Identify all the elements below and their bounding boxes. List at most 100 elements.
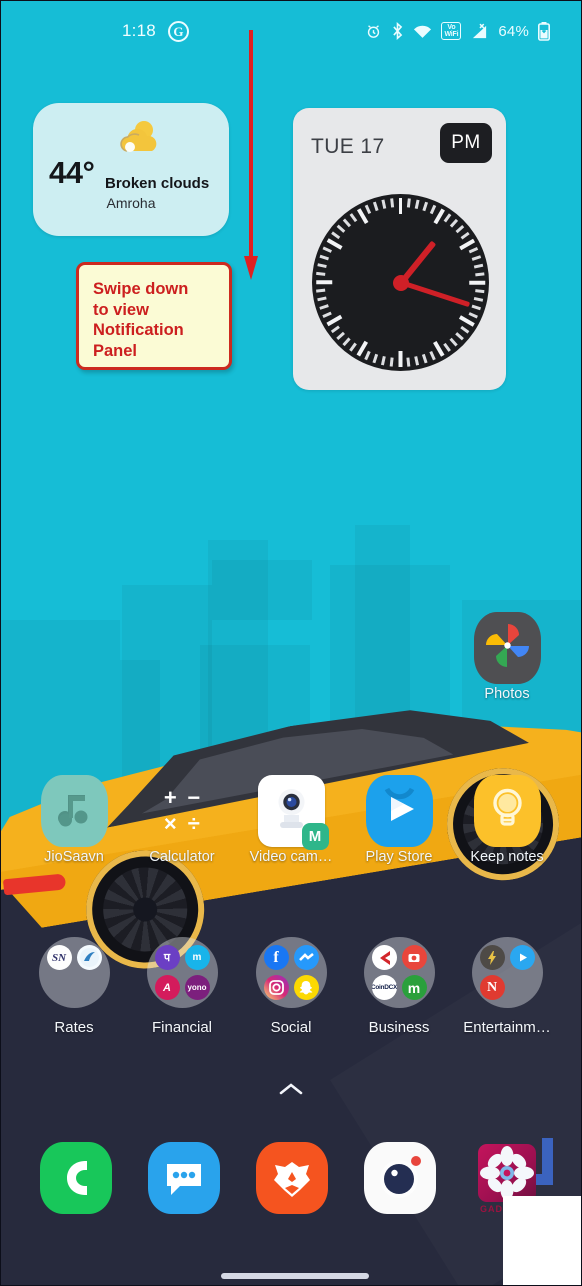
folder-mini-icon bbox=[509, 945, 535, 970]
clock-tick bbox=[336, 225, 346, 233]
folder-mini-icon bbox=[263, 975, 289, 1000]
dock-item-brave[interactable] bbox=[247, 1133, 337, 1223]
clock-tick bbox=[390, 198, 394, 208]
clock-tick bbox=[469, 280, 485, 285]
callout-line: Panel bbox=[93, 341, 138, 360]
clock-tick bbox=[316, 272, 326, 276]
skyline-building bbox=[212, 560, 312, 620]
app-icon-calculator[interactable]: + − × ÷ Calculator bbox=[130, 775, 234, 865]
clock-tick bbox=[373, 353, 379, 364]
clock-tick bbox=[474, 296, 484, 302]
clock-tick bbox=[407, 357, 411, 367]
folder-social[interactable]: f Social bbox=[239, 937, 343, 1036]
overlay-white-block bbox=[503, 1196, 582, 1286]
app-label: Video cam… bbox=[249, 849, 333, 865]
clock-tick bbox=[474, 263, 484, 269]
clock-tick bbox=[319, 304, 330, 310]
status-bar-clock: 1:18 bbox=[122, 21, 156, 40]
clock-tick bbox=[422, 201, 428, 212]
folder-financial[interactable]: प m A yono Financial bbox=[130, 937, 234, 1036]
app-icon-play-store[interactable]: Play Store bbox=[347, 775, 451, 865]
folder-business[interactable]: CoinDCX m Business bbox=[347, 937, 451, 1036]
app-icon-video-cam[interactable]: M Video cam… bbox=[239, 775, 343, 865]
callout-line: Swipe down bbox=[93, 280, 189, 298]
clock-tick bbox=[381, 356, 387, 366]
clock-tick bbox=[398, 351, 403, 367]
app-label: Play Store bbox=[365, 849, 433, 865]
clock-tick bbox=[390, 357, 394, 367]
folder-mini-icon: m bbox=[401, 975, 427, 1000]
message-bubble-icon bbox=[148, 1142, 220, 1214]
clock-tick bbox=[407, 198, 411, 208]
clock-tick bbox=[322, 312, 333, 319]
battery-saver-icon bbox=[538, 21, 550, 41]
clock-tick bbox=[455, 225, 465, 233]
clock-tick bbox=[317, 263, 327, 269]
clock-center-cap bbox=[392, 274, 409, 291]
photos-pinwheel-icon bbox=[473, 612, 541, 684]
signal-no-service-icon bbox=[470, 23, 489, 40]
app-icon-photos[interactable]: Photos bbox=[455, 612, 559, 702]
clock-tick bbox=[381, 199, 387, 209]
dock-item-phone[interactable] bbox=[31, 1133, 121, 1223]
clock-date-label: TUE 17 bbox=[311, 135, 385, 158]
vowifi-icon: Vo WiFi bbox=[441, 22, 462, 40]
app-label: JioSaavn bbox=[44, 849, 104, 865]
folder-mini-icon: m bbox=[184, 945, 210, 970]
app-label: Calculator bbox=[149, 849, 215, 865]
sun-behind-cloud-icon bbox=[117, 117, 163, 157]
clock-tick bbox=[430, 204, 437, 215]
dock-item-messages[interactable] bbox=[139, 1133, 229, 1223]
calc-glyph: − bbox=[187, 785, 201, 810]
clock-widget[interactable]: TUE 17 PM bbox=[293, 108, 506, 390]
analog-clock-face bbox=[312, 194, 489, 371]
clock-tick bbox=[471, 304, 482, 310]
clock-tick bbox=[364, 204, 371, 215]
dock-item-camera[interactable] bbox=[355, 1133, 445, 1223]
folder-mini-icon bbox=[371, 945, 397, 970]
clock-tick bbox=[475, 272, 485, 276]
clock-tick bbox=[319, 255, 330, 261]
calc-glyph: ÷ bbox=[187, 811, 200, 836]
clock-tick bbox=[343, 337, 351, 347]
app-icon-jiosaavn[interactable]: JioSaavn bbox=[22, 775, 126, 865]
home-gesture-pill[interactable] bbox=[221, 1273, 369, 1279]
weather-widget[interactable]: 44° Broken clouds Amroha bbox=[33, 103, 229, 236]
app-icon-keep-notes[interactable]: Keep notes bbox=[455, 775, 559, 865]
folder-mini-icon bbox=[293, 945, 319, 970]
clock-tick bbox=[336, 332, 346, 340]
clock-tick bbox=[450, 218, 458, 228]
clock-tick bbox=[364, 350, 371, 361]
calc-glyph: + bbox=[163, 785, 177, 810]
camera-lens-icon bbox=[364, 1142, 436, 1214]
folder-mini-icon: f bbox=[263, 945, 289, 970]
app-label: Photos bbox=[484, 686, 530, 702]
clock-tick bbox=[317, 296, 327, 302]
bluetooth-icon bbox=[391, 22, 404, 40]
clock-tick bbox=[414, 199, 420, 209]
weather-city: Amroha bbox=[106, 195, 156, 211]
battery-percent-label: 64% bbox=[498, 22, 529, 40]
clock-tick bbox=[468, 246, 479, 253]
clock-tick bbox=[331, 325, 341, 334]
status-bar: 1:18 G Vo WiFi 64% bbox=[0, 0, 582, 62]
folder-mini-icon: N bbox=[479, 975, 505, 1000]
clock-tick bbox=[349, 213, 358, 223]
folder-mini-icon bbox=[479, 945, 505, 970]
clock-tick bbox=[316, 280, 332, 285]
app-label: Keep notes bbox=[470, 849, 544, 865]
chevron-up-icon[interactable] bbox=[278, 1082, 304, 1096]
clock-tick bbox=[373, 201, 379, 212]
callout-line: Notification bbox=[93, 321, 184, 339]
folder-rates[interactable]: SN Rates bbox=[22, 937, 126, 1036]
clock-tick bbox=[322, 246, 333, 253]
folder-label: Entertainm… bbox=[463, 1019, 551, 1036]
wifi-icon bbox=[413, 24, 432, 39]
music-note-icon bbox=[40, 775, 108, 847]
folder-mini-icon: CoinDCX bbox=[371, 975, 397, 1000]
folder-entertainment[interactable]: N Entertainm… bbox=[455, 937, 559, 1036]
phone-icon bbox=[40, 1142, 112, 1214]
folder-mini-icon: SN bbox=[46, 945, 72, 970]
folder-mini-icon: प bbox=[154, 945, 180, 970]
clock-tick bbox=[326, 238, 343, 250]
